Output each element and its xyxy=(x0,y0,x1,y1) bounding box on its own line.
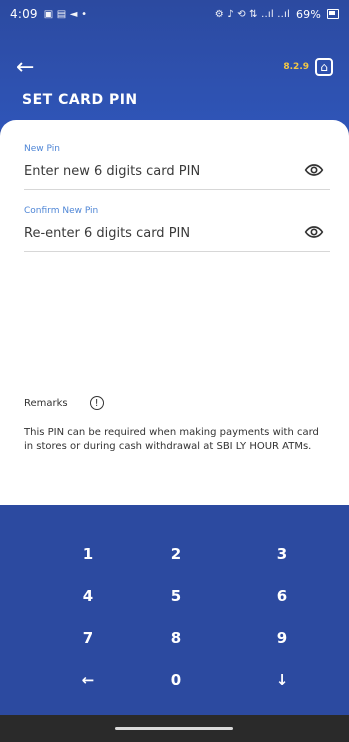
key-8[interactable]: 8 xyxy=(146,623,206,653)
new-pin-placeholder[interactable]: Enter new 6 digits card PIN xyxy=(24,164,330,179)
pin-note: This PIN can be required when making pay… xyxy=(24,427,319,452)
backspace-key[interactable]: ← xyxy=(58,665,118,695)
home-area: 8.2.9 ⌂ xyxy=(283,58,333,76)
key-1[interactable]: 1 xyxy=(58,539,118,569)
status-time: 4:09 xyxy=(10,7,38,21)
key-5[interactable]: 5 xyxy=(146,581,206,611)
status-right: ⚙ ♪ ⟲ ⇅ ..ıl ..ıl 69% xyxy=(215,8,339,21)
nav-handle[interactable] xyxy=(115,727,233,730)
new-pin-underline xyxy=(24,189,330,190)
new-pin-field[interactable]: New Pin Enter new 6 digits card PIN xyxy=(24,144,330,190)
key-7[interactable]: 7 xyxy=(58,623,118,653)
top-row: ← 8.2.9 ⌂ xyxy=(0,52,349,82)
page-title: SET CARD PIN xyxy=(22,92,138,108)
back-arrow-icon[interactable]: ← xyxy=(16,52,46,82)
home-icon[interactable]: ⌂ xyxy=(315,58,333,76)
notification-icons: ▣ ▤ ◄ • xyxy=(43,8,88,20)
app-header: 4:09 ▣ ▤ ◄ • ⚙ ♪ ⟲ ⇅ ..ıl ..ıl 69% ← 8.2… xyxy=(0,0,349,130)
remarks-label: Remarks xyxy=(24,397,68,409)
remarks-row: Remarks ! xyxy=(24,396,104,410)
key-2[interactable]: 2 xyxy=(146,539,206,569)
key-0[interactable]: 0 xyxy=(146,665,206,695)
numeric-keypad: 1 2 3 4 5 6 7 8 9 ← 0 ↓ xyxy=(0,505,349,715)
battery-icon xyxy=(327,9,339,19)
done-key[interactable]: ↓ xyxy=(252,665,312,695)
key-4[interactable]: 4 xyxy=(58,581,118,611)
version-label: 8.2.9 xyxy=(283,62,309,72)
status-left: 4:09 ▣ ▤ ◄ • xyxy=(10,7,87,21)
key-3[interactable]: 3 xyxy=(252,539,312,569)
confirm-pin-placeholder[interactable]: Re-enter 6 digits card PIN xyxy=(24,226,330,241)
eye-icon[interactable] xyxy=(304,160,324,180)
confirm-pin-underline xyxy=(24,251,330,252)
system-icons: ⚙ ♪ ⟲ ⇅ ..ıl ..ıl xyxy=(214,8,290,20)
status-bar: 4:09 ▣ ▤ ◄ • ⚙ ♪ ⟲ ⇅ ..ıl ..ıl 69% xyxy=(0,0,349,28)
battery-percent: 69% xyxy=(295,7,321,21)
form-sheet: New Pin Enter new 6 digits card PIN Conf… xyxy=(0,120,349,505)
key-6[interactable]: 6 xyxy=(252,581,312,611)
system-nav-bar xyxy=(0,715,349,742)
confirm-pin-label: Confirm New Pin xyxy=(24,206,99,216)
confirm-pin-field[interactable]: Confirm New Pin Re-enter 6 digits card P… xyxy=(24,206,330,252)
info-icon[interactable]: ! xyxy=(89,396,104,410)
key-9[interactable]: 9 xyxy=(252,623,312,653)
eye-icon[interactable] xyxy=(304,222,324,242)
new-pin-label: New Pin xyxy=(24,144,60,154)
